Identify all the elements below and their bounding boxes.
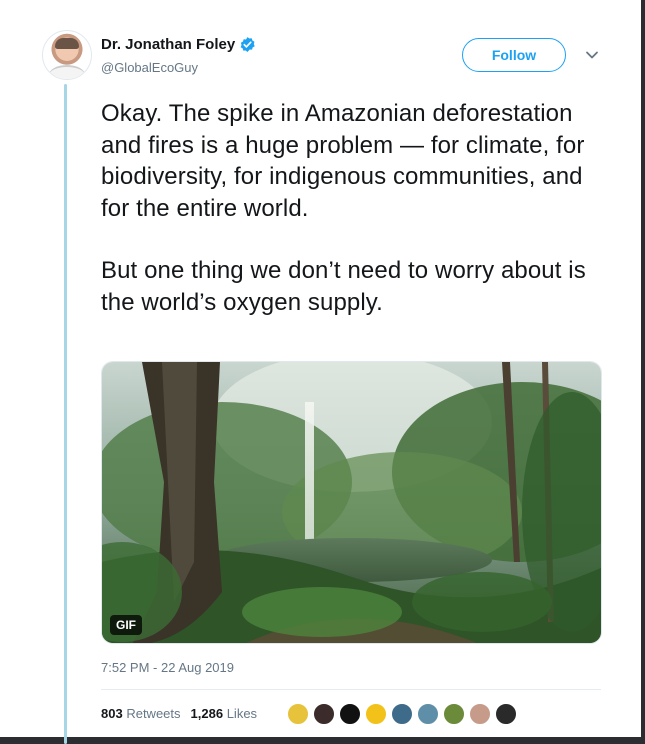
tweet-gif-media[interactable]: GIF [101, 361, 602, 644]
divider [101, 689, 601, 690]
retweets-stat[interactable]: 803 Retweets [101, 706, 181, 721]
chevron-down-icon[interactable] [585, 48, 599, 62]
tweet-card: Dr. Jonathan Foley @GlobalEcoGuy Follow … [0, 0, 641, 744]
likes-count: 1,286 [190, 706, 224, 721]
verified-badge-icon [240, 37, 255, 52]
owl-avatar[interactable] [286, 702, 310, 726]
author-name-row[interactable]: Dr. Jonathan Foley [101, 36, 256, 53]
liker-avatars [286, 702, 520, 726]
plant-avatar[interactable] [442, 702, 466, 726]
gif-badge: GIF [110, 615, 142, 635]
tweet-timestamp[interactable]: 7:52 PM - 22 Aug 2019 [101, 660, 234, 675]
author-name[interactable]: Dr. Jonathan Foley [101, 36, 235, 53]
avatar-shirt [49, 65, 85, 79]
tweet-stats: 803 Retweets 1,286 Likes [101, 706, 257, 721]
sea-avatar[interactable] [416, 702, 440, 726]
bw-avatar[interactable] [494, 702, 518, 726]
retweets-label: Retweets [126, 706, 181, 721]
landscape-avatar[interactable] [390, 702, 414, 726]
follow-button[interactable]: Follow [462, 38, 566, 72]
woman-avatar[interactable] [468, 702, 492, 726]
cross-avatar[interactable] [364, 702, 388, 726]
forest-waterfall-image [102, 362, 601, 643]
sun-avatar[interactable] [338, 702, 362, 726]
author-avatar[interactable] [42, 30, 92, 80]
person-avatar[interactable] [312, 702, 336, 726]
tweet-paragraph: Okay. The spike in Amazonian deforestati… [101, 100, 585, 222]
likes-label: Likes [226, 706, 258, 721]
avatar-hair [55, 38, 79, 49]
thread-line [64, 84, 67, 744]
retweets-count: 803 [101, 706, 123, 721]
tweet-text: Okay. The spike in Amazonian deforestati… [101, 98, 611, 318]
likes-stat[interactable]: 1,286 Likes [191, 706, 258, 721]
author-handle[interactable]: @GlobalEcoGuy [101, 60, 198, 75]
tweet-paragraph: But one thing we don’t need to worry abo… [101, 257, 586, 316]
